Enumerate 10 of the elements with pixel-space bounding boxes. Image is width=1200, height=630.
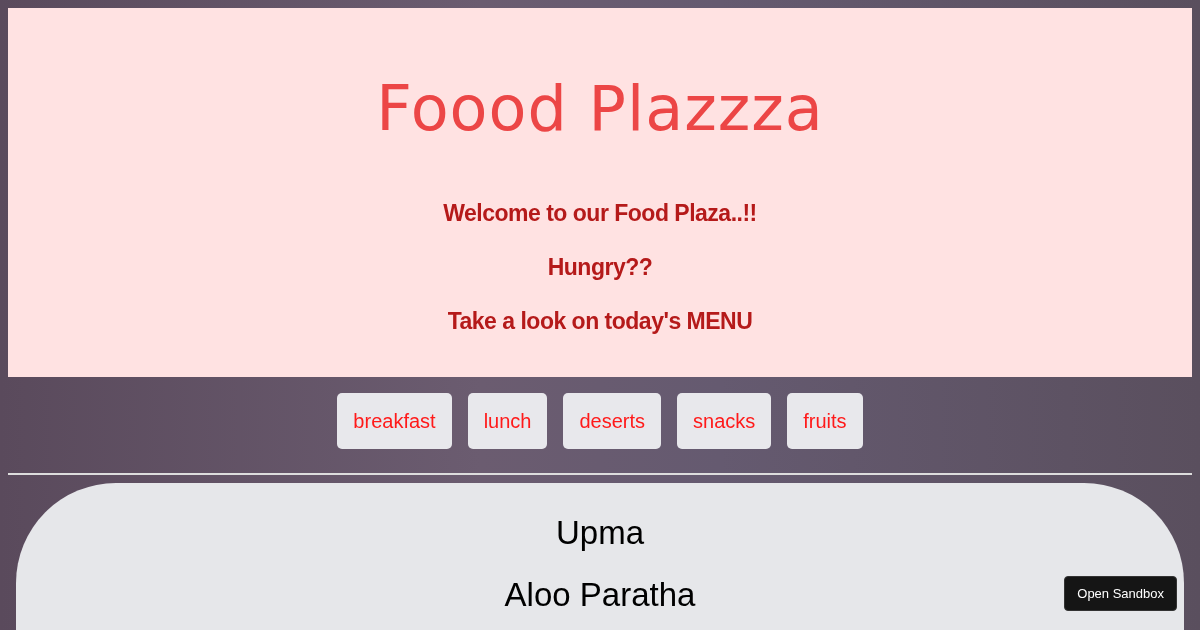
open-sandbox-button[interactable]: Open Sandbox	[1064, 576, 1177, 611]
welcome-text: Welcome to our Food Plaza..!!	[443, 200, 757, 226]
category-button[interactable]: snacks	[677, 393, 772, 449]
welcome-text: Take a look on today's MENU	[447, 308, 753, 334]
category-button[interactable]: breakfast	[337, 393, 452, 449]
welcome-text: Hungry??	[547, 254, 653, 280]
category-button[interactable]: deserts	[563, 393, 662, 449]
category-button[interactable]: fruits	[787, 393, 863, 449]
category-button[interactable]: lunch	[467, 393, 548, 449]
site-title: Foood Plazzza	[376, 78, 824, 140]
